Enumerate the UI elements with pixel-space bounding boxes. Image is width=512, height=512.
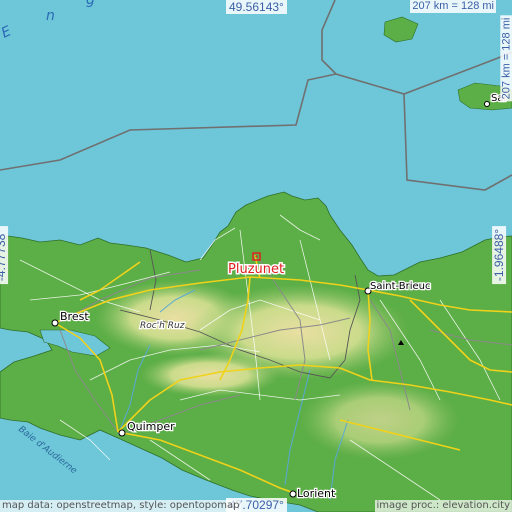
- coord-north: 49.56143°: [226, 0, 287, 14]
- scale-top: 207 km = 128 mi: [410, 0, 496, 13]
- attribution-right: image proc.: elevation.city: [374, 500, 512, 512]
- city-dot-lorient[interactable]: [289, 490, 297, 498]
- label-quimper: Quimper: [127, 420, 175, 433]
- label-sea-g: g: [86, 0, 95, 8]
- label-saint-brieuc: Saint-Brieuc: [370, 281, 431, 292]
- label-lorient: Lorient: [297, 487, 336, 500]
- marker-label: Pluzunet: [228, 262, 284, 277]
- coord-west: -4.77738°: [0, 225, 9, 285]
- city-dot-quimper[interactable]: [118, 429, 126, 437]
- label-roc-h-ruz: Roc'h Ruz: [140, 321, 185, 331]
- attribution-left: map data: openstreetmap, style: opentopo…: [0, 500, 242, 512]
- label-brest: Brest: [60, 310, 89, 323]
- coord-east: -1.96488°: [492, 225, 507, 285]
- scale-right: 207 km = 128 mi: [500, 15, 512, 102]
- city-dot-brest[interactable]: [51, 319, 59, 327]
- location-marker-center: [255, 255, 258, 258]
- label-sea-n: n: [46, 8, 55, 24]
- map-canvas[interactable]: Brest Quimper Saint-Brieuc Lorient Sai R…: [0, 0, 512, 512]
- city-dot-sai: [484, 101, 490, 107]
